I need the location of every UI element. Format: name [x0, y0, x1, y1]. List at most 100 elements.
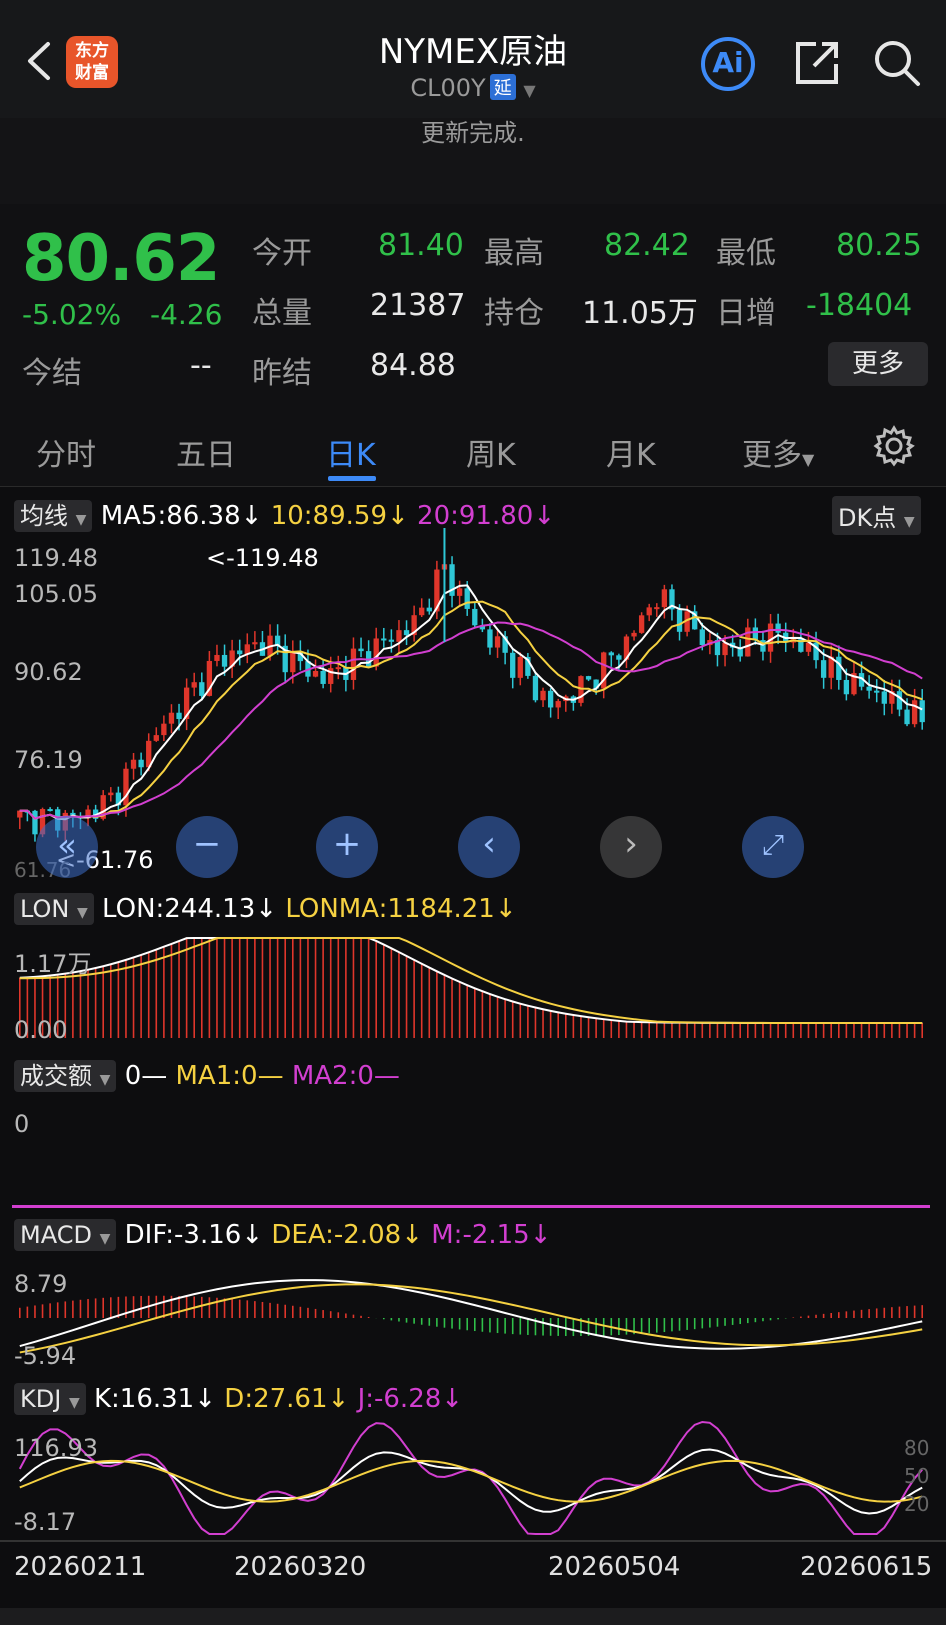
kdj-y-top: 116.93	[14, 1434, 98, 1462]
macd-y-top: 8.79	[14, 1270, 68, 1298]
candle-body	[494, 636, 501, 648]
candle-body	[388, 639, 395, 642]
volume-value: 21387	[370, 288, 466, 323]
tab-five-day[interactable]: 五日	[176, 430, 236, 474]
candle-body	[487, 629, 493, 648]
ma5-value: MA5:86.38	[100, 501, 241, 531]
daily-increase-value: -18404	[806, 288, 913, 323]
amount-legend: 成交额 ▼ 0— MA1:0— MA2:0—	[14, 1056, 400, 1092]
candle-body	[426, 607, 432, 612]
tab-monthly-k[interactable]: 月K	[606, 430, 656, 474]
next-candle-button[interactable]: ›	[600, 816, 662, 878]
lon-y-bottom: 0.00	[14, 1016, 68, 1044]
daily-increase-label: 日增	[716, 296, 776, 331]
candle-body	[123, 768, 129, 806]
candle-body	[403, 630, 410, 636]
candle-body	[456, 588, 463, 596]
lonma-arrow: ↓	[494, 894, 517, 924]
lon-line	[19, 937, 923, 1024]
prev-candle-button[interactable]: ‹	[458, 816, 520, 878]
candle-body	[843, 679, 850, 695]
date-label-2: 20260320	[234, 1552, 367, 1582]
amount-ma1: MA1:0—	[175, 1061, 284, 1091]
tab-weekly-k[interactable]: 周K	[466, 430, 516, 474]
scroll-left-button[interactable]: «	[36, 816, 98, 878]
j-arrow: ↓	[441, 1384, 464, 1414]
caret-down-icon: ▼	[99, 1231, 111, 1247]
candle-body	[153, 735, 159, 741]
macd-legend: MACD ▼ DIF:-3.16↓ DEA:-2.08↓ M:-2.15↓	[14, 1219, 552, 1251]
lon-chart	[18, 937, 924, 1038]
candle-body	[381, 638, 387, 641]
settings-gear-icon[interactable]	[872, 424, 916, 468]
candle-body	[176, 712, 182, 720]
quote-more-button[interactable]: 更多	[828, 342, 928, 386]
ma10-arrow: ↓	[386, 501, 409, 531]
candle-body	[396, 630, 402, 642]
ai-button[interactable]: Ai	[700, 36, 756, 92]
tab-intraday[interactable]: 分时	[36, 430, 96, 474]
ma-legend: 均线 ▼ MA5:86.38↓ 10:89.59↓ 20:91.80↓	[14, 496, 556, 532]
zoom-in-button[interactable]: +	[316, 816, 378, 878]
delay-badge: 延	[489, 74, 516, 100]
kdj-y-bottom: -8.17	[14, 1508, 77, 1536]
candle-body	[540, 690, 546, 701]
plus-icon: +	[332, 824, 362, 864]
kdj-j: J:-6.28	[357, 1384, 442, 1414]
macd-dif: DIF:-3.16	[124, 1220, 242, 1250]
lon-arrow: ↓	[255, 894, 278, 924]
amount-selector[interactable]: 成交额 ▼	[14, 1060, 117, 1092]
candle-body	[547, 690, 554, 708]
zoom-out-button[interactable]: −	[176, 816, 238, 878]
candle-body	[199, 682, 205, 696]
candle-body	[17, 810, 23, 818]
candle-body	[896, 691, 903, 710]
share-icon[interactable]	[792, 38, 842, 88]
ma10-value: 10:89.59	[270, 501, 387, 531]
candle-body	[214, 654, 220, 661]
high-value: 82.42	[604, 228, 690, 263]
candle-body	[464, 588, 470, 609]
candle-body	[517, 656, 523, 678]
amount-ma2: MA2:0—	[291, 1061, 400, 1091]
candle-body	[775, 623, 781, 633]
candle-body	[350, 648, 357, 680]
caret-down-icon: ▼	[77, 905, 88, 921]
candle-body	[221, 654, 228, 667]
chevron-left-icon: ‹	[482, 824, 496, 864]
tab-more[interactable]: 更多▼	[742, 430, 814, 474]
tab-daily-k[interactable]: 日K	[326, 430, 376, 474]
candle-body	[312, 671, 319, 677]
prev-settle-value: 84.88	[370, 348, 456, 383]
macd-selector[interactable]: MACD ▼	[14, 1219, 117, 1251]
expand-icon: ⤢	[761, 828, 785, 861]
candle-body	[699, 629, 705, 646]
ma20-arrow: ↓	[533, 501, 556, 531]
lon-value: LON:244.13	[102, 894, 256, 924]
dea-line	[19, 1283, 923, 1354]
lon-legend: LON ▼ LON:244.13↓ LONMA:1184.21↓	[14, 893, 517, 925]
candle-body	[472, 608, 478, 626]
candle-body	[138, 759, 144, 768]
ma20-value: 20:91.80	[417, 501, 534, 531]
lon-selector[interactable]: LON ▼	[14, 893, 94, 925]
d-line	[19, 1459, 923, 1503]
fullscreen-button[interactable]: ⤢	[742, 816, 804, 878]
k-arrow: ↓	[194, 1384, 217, 1414]
candle-body	[585, 676, 592, 680]
kdj-selector[interactable]: KDJ ▼	[14, 1383, 86, 1415]
search-icon[interactable]	[872, 38, 922, 88]
candle-body	[866, 686, 872, 691]
candle-body	[108, 792, 114, 796]
candle-body	[252, 642, 258, 645]
high-label: 最高	[484, 236, 544, 271]
lon-selector-label: LON	[20, 895, 70, 923]
settle-label: 今结	[22, 356, 82, 391]
bottom-bar	[0, 1608, 946, 1625]
ma20-line	[19, 621, 923, 820]
y-label-1: 119.48	[14, 544, 98, 572]
macd-y-bottom: -5.94	[14, 1342, 77, 1370]
m-arrow: ↓	[529, 1220, 552, 1250]
change-percent: -5.02%	[22, 298, 122, 331]
open-value: 81.40	[378, 228, 464, 263]
